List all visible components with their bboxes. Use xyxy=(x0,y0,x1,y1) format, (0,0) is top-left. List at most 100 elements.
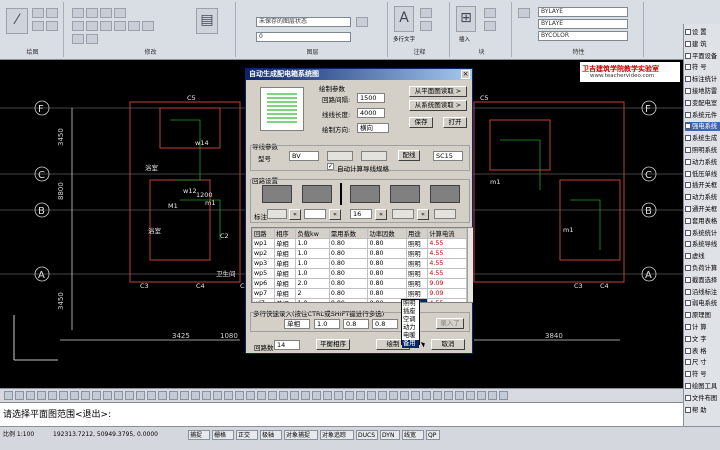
dropdown-option[interactable]: 动力 xyxy=(402,324,419,332)
cancel-button[interactable]: 取消 xyxy=(431,339,465,350)
menu-item[interactable]: 接地防雷 xyxy=(685,87,720,96)
menu-item[interactable]: 设 置 xyxy=(685,28,720,37)
menu-item[interactable]: 通开关框 xyxy=(685,205,720,214)
match-properties-icon[interactable] xyxy=(518,8,530,18)
switch-icon[interactable] xyxy=(302,185,332,203)
table-cell[interactable]: wp3 xyxy=(252,258,276,269)
toolbar-button-icon[interactable] xyxy=(268,391,277,400)
color-select[interactable]: BYLAYE xyxy=(538,7,628,17)
conduit-input[interactable]: SC15 xyxy=(433,151,463,161)
toolbar-button-icon[interactable] xyxy=(301,391,310,400)
toolbar-button-icon[interactable] xyxy=(455,391,464,400)
layer-state-select[interactable]: 未保存的图层状态 xyxy=(256,17,351,27)
table-cell[interactable]: 单相 xyxy=(274,278,297,289)
toolbar-button-icon[interactable] xyxy=(202,391,211,400)
loop-spacing-input[interactable]: 1500 xyxy=(357,93,385,103)
menu-item[interactable]: 帮 助 xyxy=(685,406,720,415)
table-cell[interactable]: 0.80 xyxy=(328,258,369,269)
table-cell[interactable]: 4.55 xyxy=(427,248,467,259)
table-cell[interactable]: wp6 xyxy=(252,278,276,289)
dropdown-option[interactable]: 照明 xyxy=(402,300,419,308)
explode-icon[interactable] xyxy=(86,34,98,44)
mark-next-button[interactable]: « xyxy=(329,209,341,220)
leader-icon[interactable] xyxy=(420,21,432,31)
toolbar-button-icon[interactable] xyxy=(191,391,200,400)
dropdown-option[interactable]: 空调 xyxy=(402,316,419,324)
menu-item[interactable]: 负荷计算 xyxy=(685,264,720,273)
menu-item[interactable]: 强电系统 xyxy=(685,122,720,132)
toolbar-button-icon[interactable] xyxy=(378,391,387,400)
table-cell[interactable]: 4.55 xyxy=(427,268,467,279)
layer-icon[interactable] xyxy=(356,17,368,27)
read-plan-button[interactable]: 从平面图读取 > xyxy=(409,86,467,97)
usage-dropdown[interactable]: 照明 插座 空调 动力 电暖 备用 xyxy=(401,299,420,348)
table-cell[interactable]: 照明 xyxy=(406,268,429,279)
table-cell[interactable]: wp1 xyxy=(252,238,276,249)
table-cell[interactable]: 照明 xyxy=(406,238,429,249)
status-toggle-button[interactable]: 对象追踪 xyxy=(320,430,354,440)
save-button[interactable]: 保存 xyxy=(409,117,433,128)
table-cell[interactable]: 4.55 xyxy=(427,298,467,302)
status-toggle-button[interactable]: 线宽 xyxy=(402,430,424,440)
linetype-select[interactable]: BYLAYE xyxy=(538,19,628,29)
mark-input-4[interactable] xyxy=(392,209,414,219)
status-toggle-button[interactable]: 对象捕捉 xyxy=(284,430,318,440)
table-row[interactable]: wp7 单相 2 0.80 0.80 照明 9.09 xyxy=(252,288,467,299)
breaker-icon[interactable] xyxy=(262,185,292,203)
rotate-icon[interactable] xyxy=(86,8,98,18)
toolbar-button-icon[interactable] xyxy=(37,391,46,400)
direction-select[interactable]: 横向 xyxy=(357,123,389,133)
move-icon[interactable] xyxy=(72,8,84,18)
toolbar-button-icon[interactable] xyxy=(15,391,24,400)
table-cell[interactable]: wp7 xyxy=(252,288,276,299)
scale-readout[interactable]: 比例 1:100 xyxy=(2,430,48,440)
menu-item[interactable]: 照明系统 xyxy=(685,146,720,155)
column-header[interactable]: 用途 xyxy=(406,228,429,239)
status-toggle-button[interactable]: DYN xyxy=(380,430,400,440)
dropdown-option[interactable]: 电暖 xyxy=(402,332,419,340)
menu-item[interactable]: 动力系统 xyxy=(685,158,720,167)
dropdown-option[interactable]: 插座 xyxy=(402,308,419,316)
menu-item[interactable]: 标注统计 xyxy=(685,75,720,84)
line-tool-icon[interactable]: ⁄ xyxy=(6,8,28,34)
toolbar-button-icon[interactable] xyxy=(312,391,321,400)
toolbar-button-icon[interactable] xyxy=(466,391,475,400)
multi-demand-input[interactable]: 0.8 xyxy=(343,319,369,329)
table-cell[interactable]: 0.80 xyxy=(367,288,408,299)
layer-properties-button[interactable]: ▤ xyxy=(196,8,218,34)
table-cell[interactable]: 1.0 xyxy=(295,298,330,302)
table-cell[interactable]: 1.0 xyxy=(295,258,330,269)
toolbar-button-icon[interactable] xyxy=(147,391,156,400)
table-cell[interactable]: 单相 xyxy=(274,258,297,269)
menu-item[interactable]: 文件布图 xyxy=(685,394,720,403)
line-length-input[interactable]: 4000 xyxy=(357,108,385,118)
menu-item[interactable]: 尺 寸 xyxy=(685,358,720,367)
table-row[interactable]: wl7单相1.00.800.80照明4.55 xyxy=(252,298,467,302)
toolbar-button-icon[interactable] xyxy=(323,391,332,400)
toolbar-button-icon[interactable] xyxy=(169,391,178,400)
table-cell[interactable]: 4.55 xyxy=(427,238,467,249)
menu-item[interactable]: 动力系统 xyxy=(685,193,720,202)
open-button[interactable]: 打开 xyxy=(443,117,467,128)
menu-item[interactable]: 计 算 xyxy=(685,323,720,332)
table-cell[interactable]: 照明 xyxy=(406,288,429,299)
offset-icon[interactable] xyxy=(72,34,84,44)
toolbar-button-icon[interactable] xyxy=(4,391,13,400)
multi-pf-input[interactable]: 0.8 xyxy=(372,319,398,329)
stretch-icon[interactable] xyxy=(100,21,112,31)
balance-phase-button[interactable]: 平衡相序 xyxy=(316,339,350,350)
lineweight-select[interactable]: BYCOLOR xyxy=(538,31,628,41)
menu-item[interactable]: 建 筑 xyxy=(685,40,720,49)
column-header[interactable]: 需用系数 xyxy=(328,228,369,239)
table-cell[interactable]: 0.80 xyxy=(328,238,369,249)
toolbar-button-icon[interactable] xyxy=(411,391,420,400)
mirror-icon[interactable] xyxy=(72,21,84,31)
table-cell[interactable]: wp5 xyxy=(252,268,276,279)
table-cell[interactable]: 0.80 xyxy=(367,258,408,269)
table-cell[interactable]: wl7 xyxy=(252,298,276,302)
multi-phase-select[interactable]: 单相 xyxy=(284,319,310,329)
menu-item[interactable]: 变配电室 xyxy=(685,99,720,108)
mark-value-input[interactable]: 16 xyxy=(350,209,372,219)
toolbar-button-icon[interactable] xyxy=(367,391,376,400)
command-window[interactable]: 请选择平面图范围<退出>: xyxy=(0,402,683,426)
